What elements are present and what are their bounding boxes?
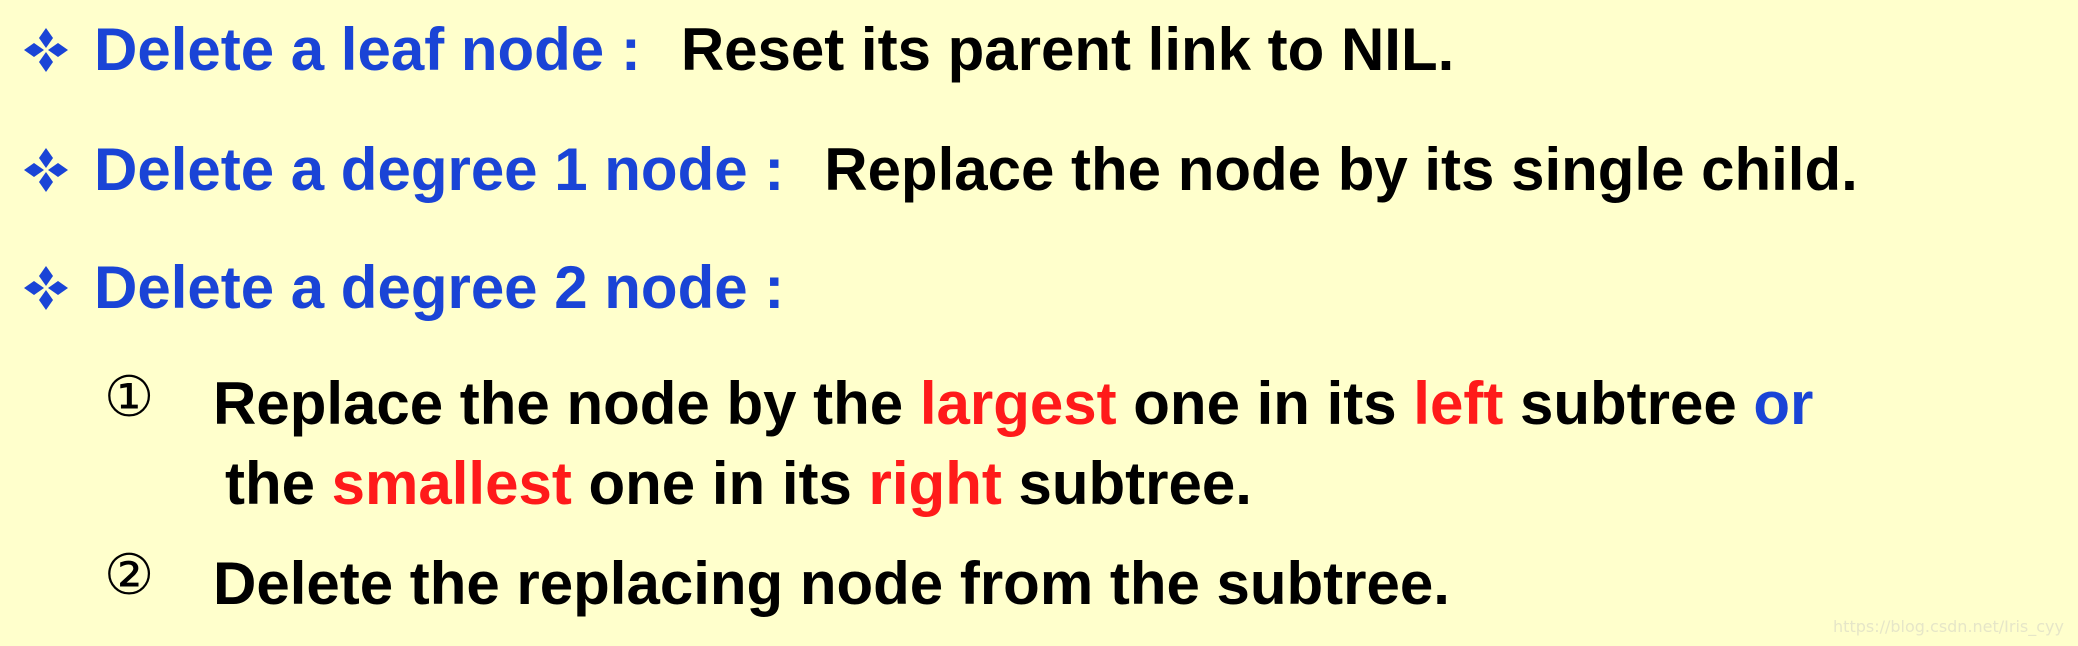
step-text: one in its bbox=[571, 450, 869, 517]
step-marker-2: ② bbox=[104, 543, 155, 608]
four-diamond-bullet-icon bbox=[24, 266, 68, 310]
bullet-heading: Delete a degree 1 node : bbox=[94, 136, 785, 203]
bullet-degree-2-node: Delete a degree 2 node : bbox=[22, 258, 784, 318]
four-diamond-bullet-icon bbox=[24, 28, 68, 72]
bullet-description: Reset its parent link to NIL. bbox=[680, 16, 1455, 83]
step-1-line-2: the smallest one in its right subtree. bbox=[225, 454, 1252, 514]
bullet-heading: Delete a leaf node : bbox=[94, 16, 641, 83]
four-diamond-bullet-icon bbox=[24, 148, 68, 192]
step-text: Replace the node by the bbox=[213, 370, 920, 437]
bullet-heading: Delete a degree 2 node : bbox=[94, 254, 785, 321]
step-text: subtree bbox=[1503, 370, 1754, 437]
bullet-degree-1-node: Delete a degree 1 node : Replace the node… bbox=[22, 140, 1858, 200]
emphasis-or: or bbox=[1753, 370, 1814, 437]
step-2-line: Delete the replacing node from the subtr… bbox=[213, 554, 1450, 614]
emphasis-right: right bbox=[868, 450, 1002, 517]
bullet-description: Replace the node by its single child. bbox=[824, 136, 1858, 203]
step-text: one in its bbox=[1116, 370, 1414, 437]
step-marker-1: ① bbox=[104, 365, 155, 430]
emphasis-largest: largest bbox=[919, 370, 1117, 437]
emphasis-smallest: smallest bbox=[331, 450, 572, 517]
watermark: https://blog.csdn.net/Iris_cyy bbox=[1833, 617, 2064, 636]
bullet-leaf-node: Delete a leaf node : Reset its parent lin… bbox=[22, 20, 1454, 80]
step-1-line-1: Replace the node by the largest one in i… bbox=[213, 374, 1813, 434]
step-text: the bbox=[225, 450, 332, 517]
step-text: subtree. bbox=[1001, 450, 1252, 517]
emphasis-left: left bbox=[1413, 370, 1504, 437]
step-text: Delete the replacing node from the subtr… bbox=[213, 550, 1450, 617]
